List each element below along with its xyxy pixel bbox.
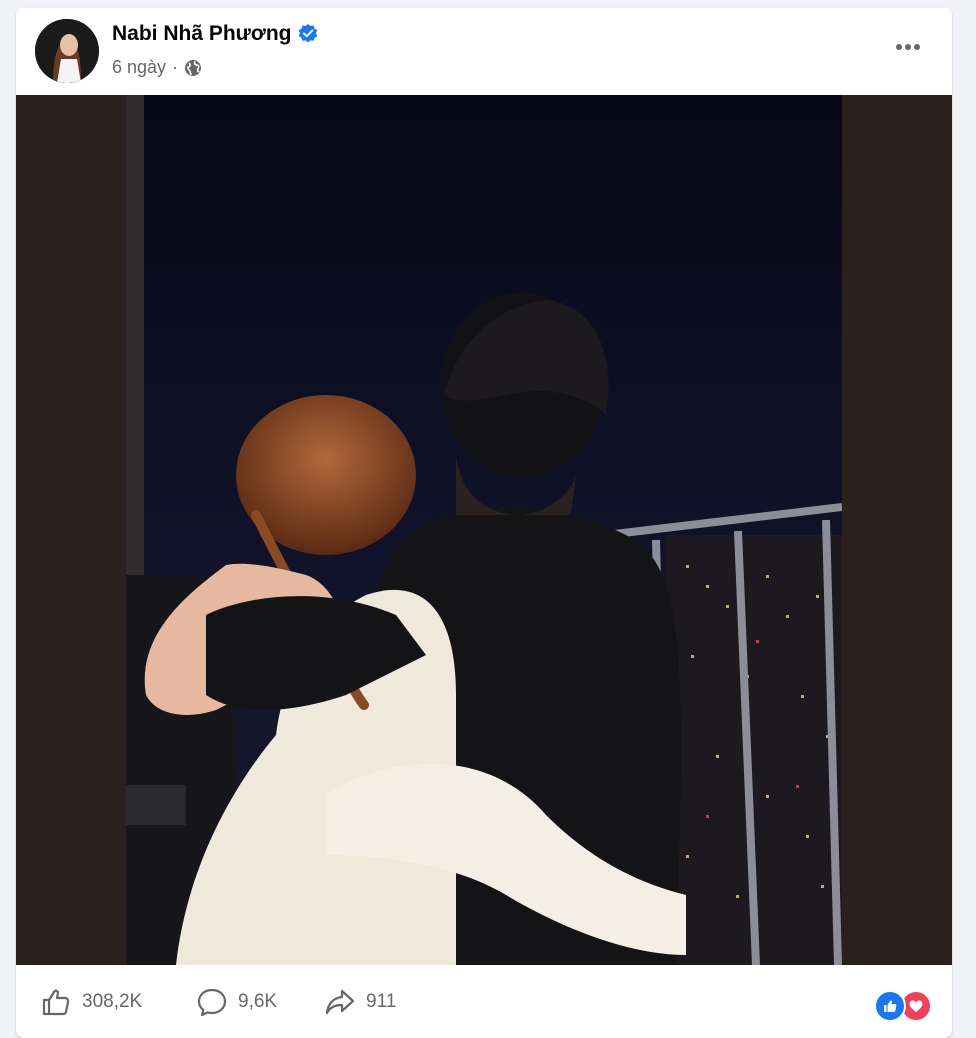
author-name[interactable]: Nabi Nhã Phương — [112, 22, 319, 46]
author-name-text[interactable]: Nabi Nhã Phương — [112, 22, 291, 46]
post-header: Nabi Nhã Phương 6 ngày · — [16, 8, 952, 96]
like-count: 308,2K — [82, 991, 143, 1012]
meta-separator: · — [172, 57, 179, 77]
post-meta: 6 ngày · — [112, 57, 202, 78]
share-button[interactable]: 911 — [324, 985, 396, 1019]
comment-button[interactable]: 9,6K — [196, 985, 277, 1019]
share-count: 911 — [366, 991, 397, 1012]
like-icon — [42, 989, 70, 1016]
post-media — [16, 95, 952, 965]
post-card: Nabi Nhã Phương 6 ngày · 308,2K 9,6K 911 — [16, 8, 952, 1038]
author-avatar[interactable] — [35, 19, 99, 83]
like-button[interactable]: 308,2K — [40, 985, 142, 1019]
share-icon — [325, 989, 355, 1015]
verified-badge-icon — [297, 23, 319, 45]
post-photo[interactable] — [126, 95, 842, 965]
like-reaction-icon — [874, 990, 906, 1022]
post-time[interactable]: 6 ngày — [112, 57, 166, 78]
comment-icon — [197, 988, 227, 1017]
comment-count: 9,6K — [238, 991, 278, 1012]
post-footer: 308,2K 9,6K 911 — [16, 968, 952, 1038]
more-options-icon[interactable] — [890, 32, 926, 62]
reaction-summary[interactable] — [874, 990, 932, 1022]
globe-icon[interactable] — [184, 59, 202, 77]
